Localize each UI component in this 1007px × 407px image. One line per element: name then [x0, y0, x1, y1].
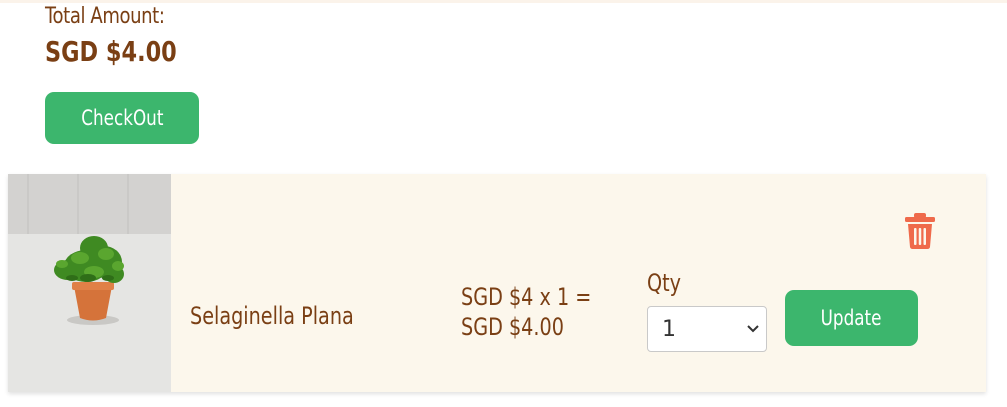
product-name[interactable]: Selaginella Plana	[190, 302, 354, 330]
potted-plant-icon	[8, 174, 171, 392]
chevron-down-icon	[747, 325, 759, 333]
order-summary: Total Amount: SGD $4.00	[45, 4, 210, 68]
update-button[interactable]: Update	[785, 290, 918, 346]
update-button-label: Update	[821, 306, 882, 330]
trash-icon[interactable]	[904, 212, 936, 250]
price-calculation: SGD $4 x 1 = SGD $4.00	[461, 282, 591, 342]
qty-label: Qty	[647, 269, 682, 297]
total-amount-label: Total Amount:	[45, 4, 165, 29]
product-image	[8, 174, 171, 392]
qty-select[interactable]: 1	[647, 306, 767, 352]
cart-page: Total Amount: SGD $4.00 CheckOut Selagin…	[0, 0, 1007, 407]
price-line-subtotal: SGD $4.00	[461, 313, 564, 341]
header-edge	[0, 0, 1007, 3]
qty-selected-value: 1	[662, 317, 676, 342]
checkout-button[interactable]: CheckOut	[45, 92, 199, 144]
checkout-button-label: CheckOut	[80, 106, 164, 130]
price-line-unit: SGD $4 x 1 =	[461, 283, 592, 311]
cart-item: Selaginella Plana SGD $4 x 1 = SGD $4.00…	[8, 174, 986, 392]
total-amount-value: SGD $4.00	[45, 35, 177, 68]
